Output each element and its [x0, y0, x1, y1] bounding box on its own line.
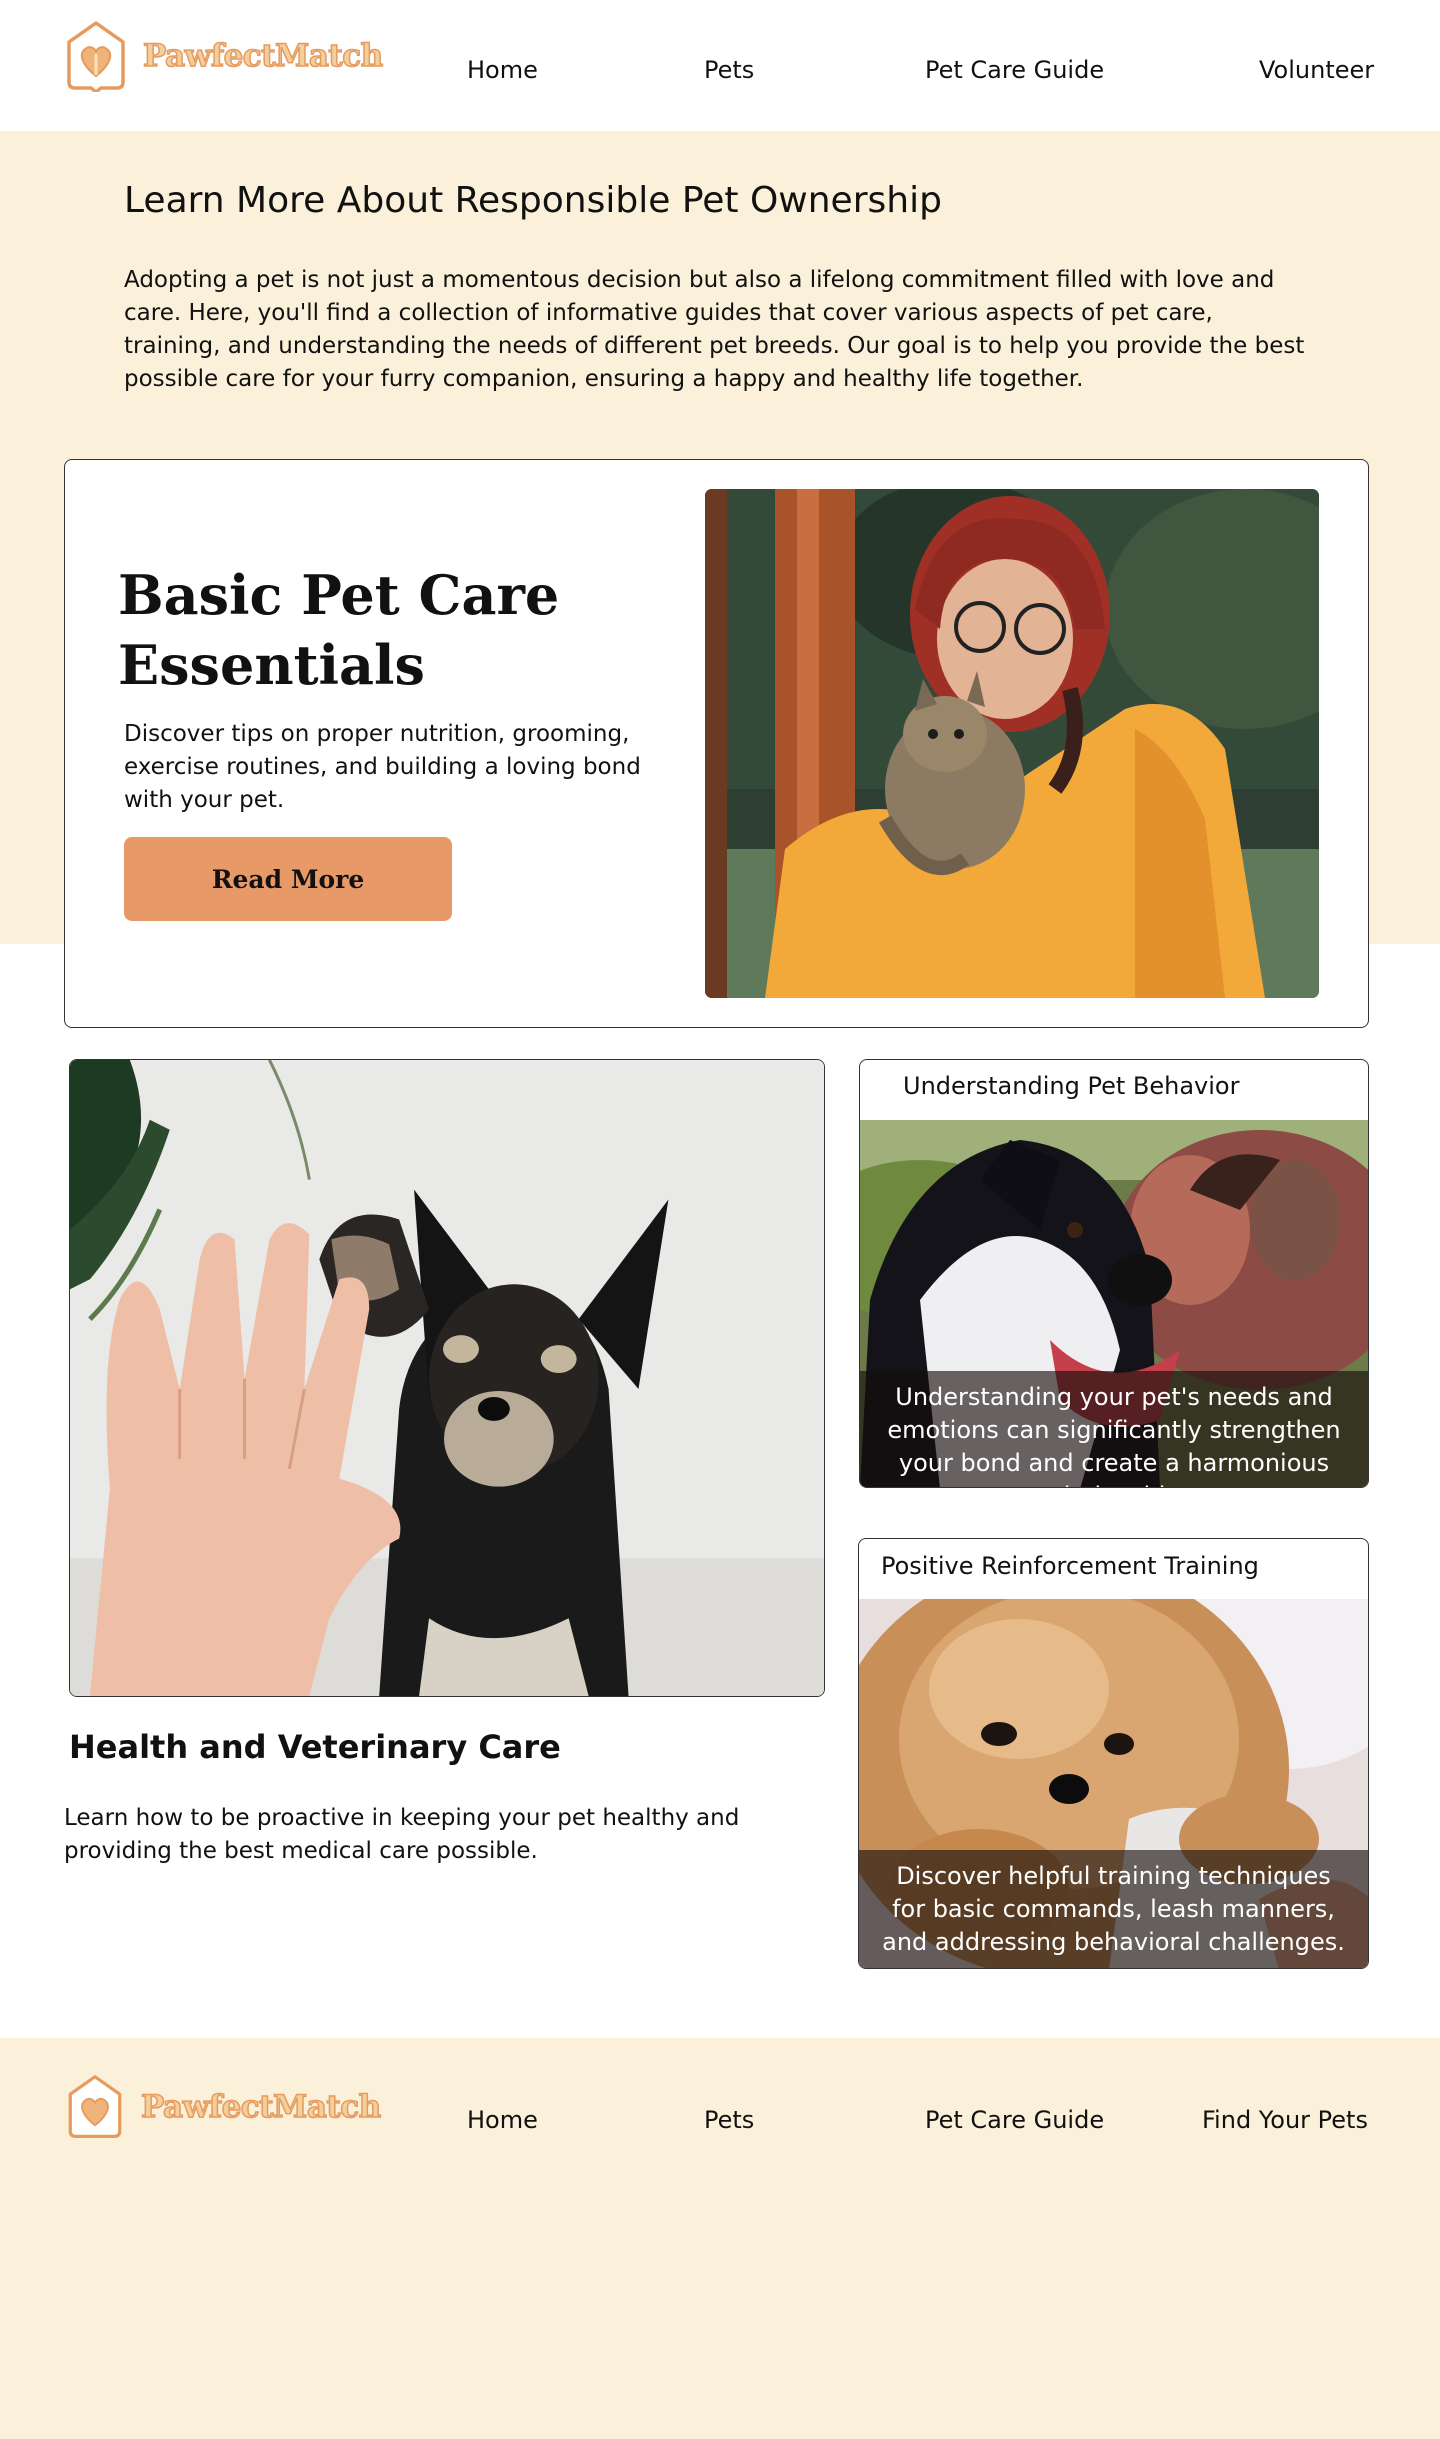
- footer-nav-find-your-pets[interactable]: Find Your Pets: [1202, 2106, 1368, 2134]
- behavior-card-text: Understanding your pet's needs and emoti…: [887, 1383, 1341, 1487]
- site-footer: PawfectMatch Home Pets Pet Care Guide Fi…: [0, 2038, 1440, 2439]
- health-care-description: Learn how to be proactive in keeping you…: [64, 1805, 740, 1864]
- training-card[interactable]: Positive Reinforcement Training Discover…: [858, 1538, 1369, 1969]
- nav-volunteer[interactable]: Volunteer: [1259, 56, 1374, 84]
- nav-pets[interactable]: Pets: [704, 56, 754, 84]
- nav-pet-care-guide[interactable]: Pet Care Guide: [925, 56, 1104, 84]
- behavior-card[interactable]: Understanding Pet Behavior Understanding…: [859, 1059, 1369, 1488]
- health-care-title: Health and Veterinary Care: [69, 1728, 561, 1766]
- footer-nav-pets[interactable]: Pets: [704, 2106, 754, 2134]
- logo-wordmark: PawfectMatch: [142, 37, 384, 75]
- behavior-card-title: Understanding Pet Behavior: [903, 1072, 1240, 1100]
- page-title: Learn More About Responsible Pet Ownersh…: [124, 180, 942, 221]
- behavior-card-overlay: Understanding your pet's needs and emoti…: [860, 1371, 1368, 1487]
- house-heart-icon: [68, 2075, 122, 2138]
- training-card-overlay: Discover helpful training techniques for…: [859, 1850, 1368, 1968]
- training-card-title: Positive Reinforcement Training: [881, 1552, 1259, 1580]
- intro-paragraph: Adopting a pet is not just a momentous d…: [124, 267, 1305, 392]
- dog-high-five-image: [69, 1059, 825, 1697]
- basic-care-title: Basic Pet Care Essentials: [118, 563, 560, 697]
- nav-home[interactable]: Home: [467, 56, 538, 84]
- footer-logo-link[interactable]: PawfectMatch: [65, 2074, 382, 2140]
- site-header: PawfectMatch Home Pets Pet Care Guide Vo…: [0, 0, 1440, 131]
- woman-holding-kitten-image: [705, 489, 1319, 998]
- read-more-button[interactable]: Read More: [124, 837, 452, 921]
- footer-nav-home[interactable]: Home: [467, 2106, 538, 2134]
- footer-logo-wordmark: PawfectMatch: [140, 2088, 382, 2126]
- training-card-text: Discover helpful training techniques for…: [882, 1862, 1345, 1956]
- footer-nav-pet-care-guide[interactable]: Pet Care Guide: [925, 2106, 1104, 2134]
- logo-link[interactable]: PawfectMatch: [65, 20, 384, 92]
- basic-care-description: Discover tips on proper nutrition, groom…: [124, 721, 641, 813]
- house-heart-icon: [67, 21, 125, 92]
